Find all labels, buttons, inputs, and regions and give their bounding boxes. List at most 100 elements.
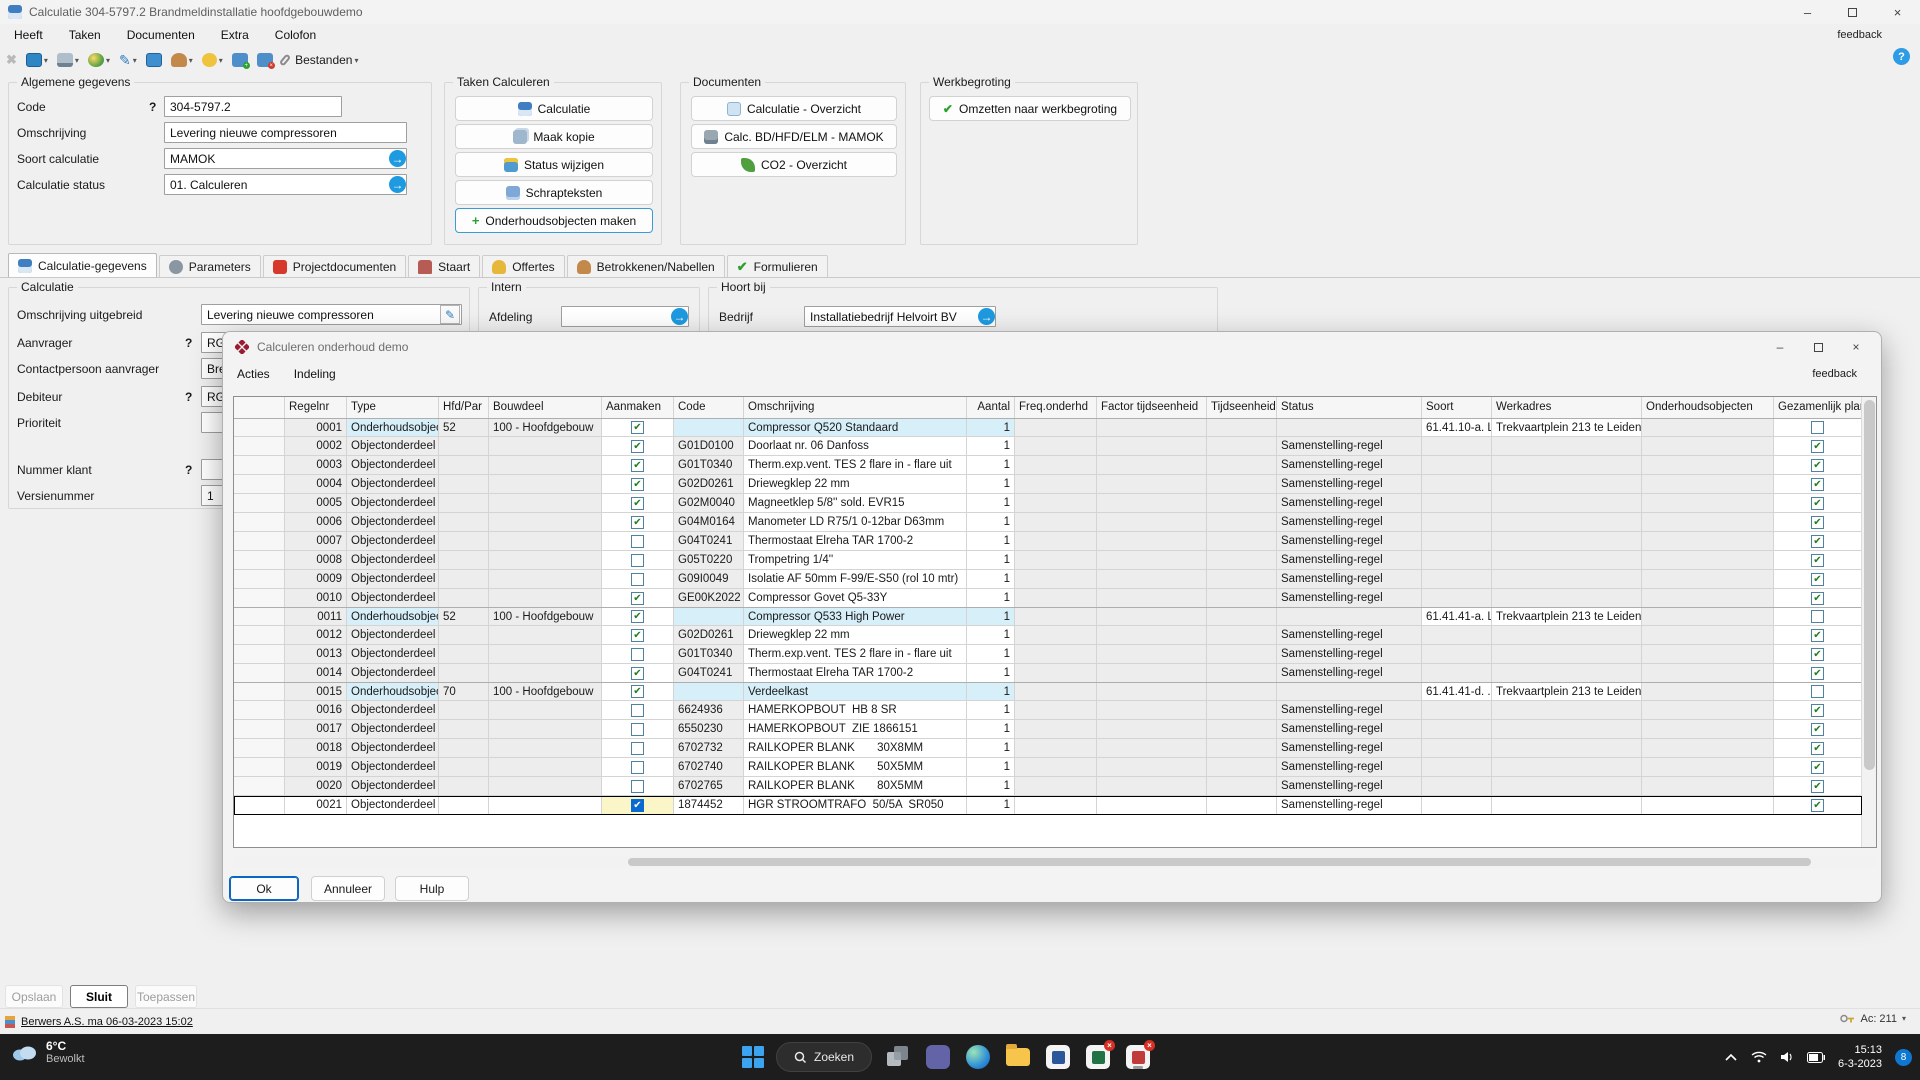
aanmaken-checkbox[interactable]: ✔ (631, 592, 644, 605)
document-button-3[interactable]: CO2 - Overzicht (691, 152, 897, 177)
battery-icon[interactable] (1807, 1052, 1825, 1063)
archive-toolbar-button[interactable] (146, 53, 162, 67)
column-header[interactable]: Gezamenlijk plan (1774, 397, 1862, 419)
document-button-1[interactable]: Calculatie - Overzicht (691, 96, 897, 121)
table-row[interactable]: 0010Objectonderdeel✔GE00K2022Compressor … (234, 589, 1862, 608)
word-icon[interactable] (1044, 1043, 1072, 1071)
gezamenlijk-checkbox[interactable]: ✔ (1811, 704, 1824, 717)
atrium-app-icon[interactable]: × (1124, 1043, 1152, 1071)
aanvrager-help-icon[interactable]: ? (185, 336, 201, 350)
gezamenlijk-checkbox[interactable] (1811, 685, 1824, 698)
gezamenlijk-checkbox[interactable]: ✔ (1811, 497, 1824, 510)
aanmaken-checkbox[interactable]: ✔ (631, 799, 644, 812)
table-row[interactable]: 0004Objectonderdeel✔G02D0261Driewegklep … (234, 475, 1862, 494)
table-row[interactable]: 0014Objectonderdeel✔G04T0241Thermostaat … (234, 664, 1862, 683)
gezamenlijk-checkbox[interactable]: ✔ (1811, 516, 1824, 529)
table-row[interactable]: 0008ObjectonderdeelG05T0220Trompetring 1… (234, 551, 1862, 570)
ok-button[interactable]: Ok (229, 876, 299, 901)
column-header[interactable]: Hfd/Par (439, 397, 489, 419)
monitor-toolbar-button[interactable]: ▾ (26, 53, 48, 67)
aanmaken-checkbox[interactable] (631, 535, 644, 548)
toepassen-button[interactable]: Toepassen (135, 985, 197, 1008)
aanmaken-checkbox[interactable]: ✔ (631, 629, 644, 642)
table-row[interactable]: 0012Objectonderdeel✔G02D0261Driewegklep … (234, 626, 1862, 645)
taskbar-clock[interactable]: 15:13 6-3-2023 (1838, 1043, 1882, 1071)
aanmaken-checkbox[interactable]: ✔ (631, 459, 644, 472)
table-row[interactable]: 0009ObjectonderdeelG09I0049Isolatie AF 5… (234, 570, 1862, 589)
table-row[interactable]: 0006Objectonderdeel✔G04M0164Manometer LD… (234, 513, 1862, 532)
gezamenlijk-checkbox[interactable]: ✔ (1811, 573, 1824, 586)
table-row[interactable]: 0020Objectonderdeel6702765RAILKOPER BLAN… (234, 777, 1862, 796)
gezamenlijk-checkbox[interactable]: ✔ (1811, 742, 1824, 755)
hulp-button[interactable]: Hulp (395, 876, 469, 901)
gezamenlijk-checkbox[interactable]: ✔ (1811, 478, 1824, 491)
aanmaken-checkbox[interactable]: ✔ (631, 610, 644, 623)
column-header[interactable]: Onderhoudsobjecten (1642, 397, 1774, 419)
bedrijf-input[interactable] (804, 306, 996, 327)
table-row[interactable]: 0001Onderhoudsobject52100 - Hoofdgebouw✔… (234, 418, 1862, 437)
tab-formulieren[interactable]: ✔Formulieren (727, 255, 828, 278)
edge-icon[interactable] (964, 1043, 992, 1071)
code-input[interactable] (164, 96, 342, 117)
column-header[interactable]: Code (674, 397, 744, 419)
delete-toolbar-button[interactable]: ✖ (6, 52, 17, 68)
task-view-icon[interactable] (884, 1043, 912, 1071)
tab-projectdocumenten[interactable]: Projectdocumenten (263, 255, 406, 278)
column-header[interactable]: Werkadres (1492, 397, 1642, 419)
tab-offertes[interactable]: Offertes (482, 255, 564, 278)
taken-button-4[interactable]: Schrapteksten (455, 180, 653, 205)
table-row[interactable]: 0018Objectonderdeel6702732RAILKOPER BLAN… (234, 739, 1862, 758)
debiteur-help-icon[interactable]: ? (185, 390, 201, 404)
table-row[interactable]: 0021Objectonderdeel✔1874452HGR STROOMTRA… (234, 796, 1862, 815)
menu-item-documenten[interactable]: Documenten (127, 28, 195, 42)
column-header[interactable] (234, 397, 285, 419)
gezamenlijk-checkbox[interactable]: ✔ (1811, 592, 1824, 605)
column-header[interactable]: Omschrijving (744, 397, 967, 419)
column-header[interactable]: Factor tijdseenheid (1097, 397, 1207, 419)
start-button[interactable] (742, 1046, 764, 1068)
table-row[interactable]: 0002Objectonderdeel✔G01D0100Doorlaat nr.… (234, 437, 1862, 456)
excel-icon[interactable]: × (1084, 1043, 1112, 1071)
gezamenlijk-checkbox[interactable] (1811, 610, 1824, 623)
gezamenlijk-checkbox[interactable]: ✔ (1811, 648, 1824, 661)
person-add-toolbar-button[interactable]: + (232, 53, 248, 67)
aanmaken-checkbox[interactable] (631, 648, 644, 661)
aanmaken-checkbox[interactable] (631, 573, 644, 586)
search-box[interactable]: Zoeken (776, 1042, 872, 1072)
edit-toolbar-button[interactable]: ✎▾ (119, 52, 137, 69)
taken-button-1[interactable]: Calculatie (455, 96, 653, 121)
gezamenlijk-checkbox[interactable]: ✔ (1811, 723, 1824, 736)
taken-button-3[interactable]: Status wijzigen (455, 152, 653, 177)
aanmaken-checkbox[interactable]: ✔ (631, 516, 644, 529)
gezamenlijk-checkbox[interactable]: ✔ (1811, 629, 1824, 642)
menu-item-taken[interactable]: Taken (69, 28, 101, 42)
wifi-icon[interactable] (1751, 1051, 1767, 1063)
annuleer-button[interactable]: Annuleer (311, 876, 385, 901)
aanmaken-checkbox[interactable] (631, 723, 644, 736)
gezamenlijk-checkbox[interactable]: ✔ (1811, 440, 1824, 453)
aanmaken-checkbox[interactable] (631, 554, 644, 567)
column-header[interactable]: Soort (1422, 397, 1492, 419)
taken-button-5[interactable]: +Onderhoudsobjecten maken (455, 208, 653, 233)
aanmaken-checkbox[interactable] (631, 761, 644, 774)
calculatie-status-input[interactable] (164, 174, 407, 195)
tab-parameters[interactable]: Parameters (159, 255, 261, 278)
sluit-button[interactable]: Sluit (70, 985, 128, 1008)
dialog-feedback-link[interactable]: feedback (1812, 368, 1857, 380)
feedback-link[interactable]: feedback (1837, 29, 1882, 41)
weather-widget[interactable]: 6°C Bewolkt (10, 1039, 85, 1065)
session-info-link[interactable]: Berwers A.S. ma 06-03-2023 15:02 (21, 1016, 193, 1028)
taken-button-2[interactable]: Maak kopie (455, 124, 653, 149)
vertical-scrollbar[interactable] (1861, 397, 1876, 847)
gezamenlijk-checkbox[interactable]: ✔ (1811, 535, 1824, 548)
column-header[interactable]: Freq.onderhd (1015, 397, 1097, 419)
gezamenlijk-checkbox[interactable] (1811, 421, 1824, 434)
aanmaken-checkbox[interactable] (631, 780, 644, 793)
gezamenlijk-checkbox[interactable]: ✔ (1811, 799, 1824, 812)
calculatie-status-goto-button[interactable]: → (389, 176, 406, 193)
aanmaken-checkbox[interactable]: ✔ (631, 421, 644, 434)
soort-calculatie-goto-button[interactable]: → (389, 150, 406, 167)
explorer-icon[interactable] (1004, 1043, 1032, 1071)
omzetten-werkbegroting-button[interactable]: ✔ Omzetten naar werkbegroting (929, 96, 1131, 121)
column-header[interactable]: Regelnr (285, 397, 347, 419)
